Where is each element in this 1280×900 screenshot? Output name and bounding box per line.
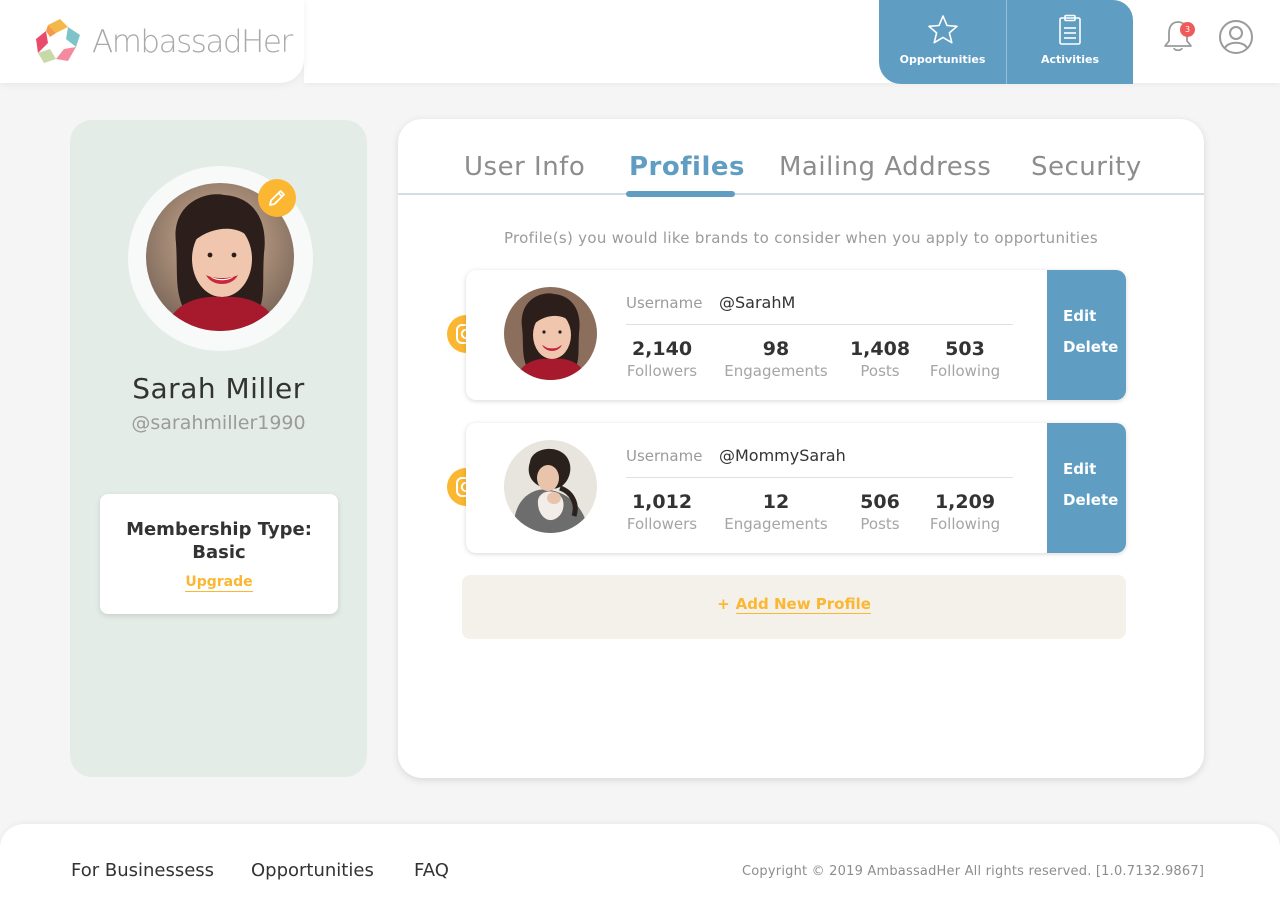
profile-username: @SarahM	[719, 293, 796, 312]
stat-value: 12	[762, 491, 790, 513]
notification-badge: 3	[1180, 22, 1195, 37]
footer-link-opportunities[interactable]: Opportunities	[251, 860, 374, 881]
tab-user-info[interactable]: User Info	[464, 152, 585, 182]
profile-photo	[504, 440, 597, 533]
edit-profile-button[interactable]: Edit	[1063, 307, 1126, 325]
stat-value: 98	[762, 338, 790, 360]
stat-label: Followers	[626, 515, 698, 533]
tab-security[interactable]: Security	[1031, 152, 1142, 182]
delete-profile-button[interactable]: Delete	[1063, 338, 1126, 356]
header-bar	[304, 0, 1280, 83]
delete-profile-button[interactable]: Delete	[1063, 491, 1126, 509]
profile-username: @MommySarah	[719, 446, 846, 465]
stat-value: 1,209	[934, 491, 996, 513]
user-summary-card: Sarah Miller @sarahmiller1990 Membership…	[70, 120, 367, 777]
top-nav: Opportunities Activities	[879, 0, 1133, 84]
footer-link-businesses[interactable]: For Businessess	[71, 860, 214, 881]
divider	[626, 324, 1013, 325]
stat-label: Engagements	[724, 515, 828, 533]
profile-card: Username @MommySarah 1,012 Followers 12 …	[466, 423, 1126, 553]
stat-label: Followers	[626, 362, 698, 380]
nav-opportunities-button[interactable]: Opportunities	[879, 0, 1006, 84]
brand-name: AmbassadHer	[92, 23, 293, 60]
copyright-text: Copyright © 2019 AmbassadHer All rights …	[742, 864, 1205, 879]
user-full-name: Sarah Miller	[132, 372, 305, 405]
user-account-icon[interactable]	[1218, 19, 1254, 55]
stat-label: Following	[929, 515, 1001, 533]
divider	[626, 477, 1013, 478]
profile-actions: Edit Delete	[1047, 423, 1126, 553]
add-new-profile-link[interactable]: Add New Profile	[735, 595, 871, 614]
username-label: Username	[626, 294, 703, 312]
edit-profile-button[interactable]: Edit	[1063, 460, 1126, 478]
footer-link-faq[interactable]: FAQ	[414, 860, 449, 881]
star-icon	[927, 15, 958, 44]
profiles-intro: Profile(s) you would like brands to cons…	[503, 229, 1099, 247]
nav-activities-button[interactable]: Activities	[1006, 0, 1133, 84]
profiles-panel: User Info Profiles Mailing Address Secur…	[398, 119, 1204, 778]
active-tab-indicator	[626, 191, 735, 197]
profile-actions: Edit Delete	[1047, 270, 1126, 400]
brand-logo-icon	[36, 18, 80, 63]
membership-type: Membership Type: Basic	[126, 519, 312, 563]
footer: For Businessess Opportunities FAQ Copyri…	[0, 824, 1280, 900]
user-handle: @sarahmiller1990	[131, 412, 306, 434]
stat-followers: 1,012 Followers	[602, 491, 722, 533]
tab-bar: User Info Profiles Mailing Address Secur…	[398, 119, 1204, 197]
stat-followers: 2,140 Followers	[602, 338, 722, 380]
logo[interactable]: AmbassadHer	[0, 0, 304, 83]
stat-engagements: 98 Engagements	[716, 338, 836, 380]
profile-card: Username @SarahM 2,140 Followers 98 Enga…	[466, 270, 1126, 400]
profile-photo	[504, 287, 597, 380]
nav-activities-label: Activities	[1040, 53, 1100, 66]
profile-avatar	[504, 287, 597, 380]
tab-profiles[interactable]: Profiles	[629, 152, 745, 182]
profile-avatar	[504, 440, 597, 533]
upgrade-link[interactable]: Upgrade	[185, 574, 253, 592]
stat-value: 1,012	[631, 491, 693, 513]
tab-mailing-address[interactable]: Mailing Address	[779, 152, 991, 182]
add-new-profile-button[interactable]: + Add New Profile	[462, 575, 1126, 639]
clipboard-icon	[1059, 14, 1081, 45]
plus-icon: +	[717, 595, 730, 613]
membership-box: Membership Type: Basic Upgrade	[100, 494, 338, 614]
pencil-icon	[269, 190, 285, 206]
stat-following: 503 Following	[905, 338, 1025, 380]
username-label: Username	[626, 447, 703, 465]
nav-opportunities-label: Opportunities	[899, 53, 986, 66]
stat-engagements: 12 Engagements	[716, 491, 836, 533]
stat-label: Engagements	[724, 362, 828, 380]
stat-label: Following	[929, 362, 1001, 380]
stat-value: 503	[945, 338, 985, 360]
stat-following: 1,209 Following	[905, 491, 1025, 533]
edit-avatar-button[interactable]	[258, 179, 296, 217]
stat-value: 2,140	[631, 338, 693, 360]
